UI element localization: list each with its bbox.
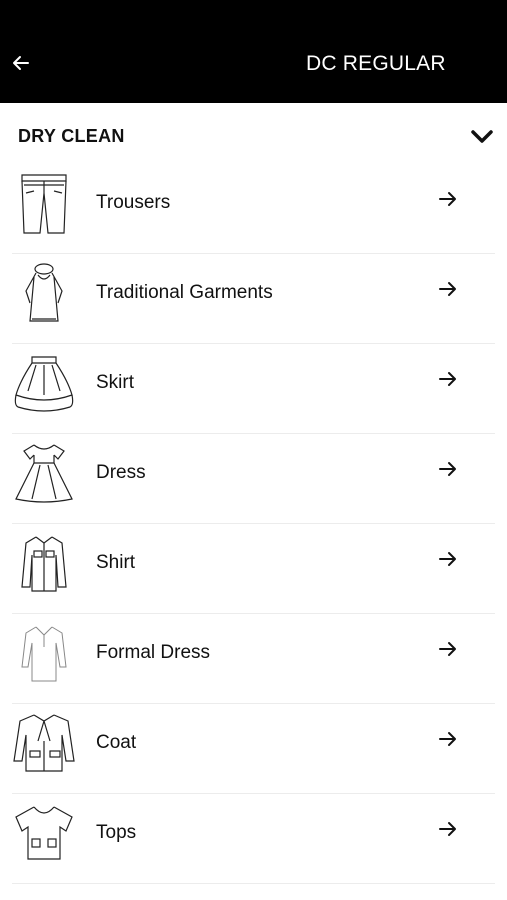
traditional-garment-icon <box>12 261 76 325</box>
back-button[interactable] <box>8 50 34 76</box>
list-item-label: Traditional Garments <box>96 282 273 303</box>
arrow-right-icon <box>436 727 460 751</box>
section-header-dry-clean[interactable]: DRY CLEAN <box>0 103 507 167</box>
dress-icon <box>12 441 76 505</box>
arrow-right-icon <box>436 637 460 661</box>
list-item-formal-dress[interactable]: Formal Dress <box>12 615 495 704</box>
list-item-label: Trousers <box>96 192 171 213</box>
shirt-icon <box>12 531 76 595</box>
skirt-icon <box>12 351 76 415</box>
arrow-right-icon <box>436 187 460 211</box>
tops-icon <box>12 801 76 865</box>
trousers-icon <box>12 171 76 235</box>
app-header: DC REGULAR <box>0 0 507 103</box>
list-item-trousers[interactable]: Trousers <box>12 165 495 254</box>
list-item-shirt[interactable]: Shirt <box>12 525 495 614</box>
list-item-skirt[interactable]: Skirt <box>12 345 495 434</box>
arrow-right-icon <box>436 457 460 481</box>
list-item-label: Dress <box>96 462 146 483</box>
list-item-traditional-garments[interactable]: Traditional Garments <box>12 255 495 344</box>
coat-icon <box>12 711 76 775</box>
collapse-toggle[interactable] <box>470 124 494 148</box>
list-item-dress[interactable]: Dress <box>12 435 495 524</box>
garment-list: Trousers Traditional Garments Skirt Dres… <box>12 165 495 885</box>
list-item-label: Coat <box>96 732 137 753</box>
list-item-tops[interactable]: Tops <box>12 795 495 884</box>
formal-dress-icon <box>12 621 76 685</box>
section-title: DRY CLEAN <box>18 126 125 146</box>
list-item-coat[interactable]: Coat <box>12 705 495 794</box>
chevron-down-icon <box>471 130 493 143</box>
page-title: DC REGULAR <box>306 52 446 75</box>
arrow-right-icon <box>436 817 460 841</box>
arrow-right-icon <box>436 367 460 391</box>
list-item-label: Skirt <box>96 372 134 393</box>
arrow-right-icon <box>436 547 460 571</box>
list-item-label: Shirt <box>96 552 136 573</box>
arrow-left-icon <box>13 56 29 70</box>
list-item-label: Formal Dress <box>96 642 211 663</box>
arrow-right-icon <box>436 277 460 301</box>
list-item-label: Tops <box>96 822 137 843</box>
